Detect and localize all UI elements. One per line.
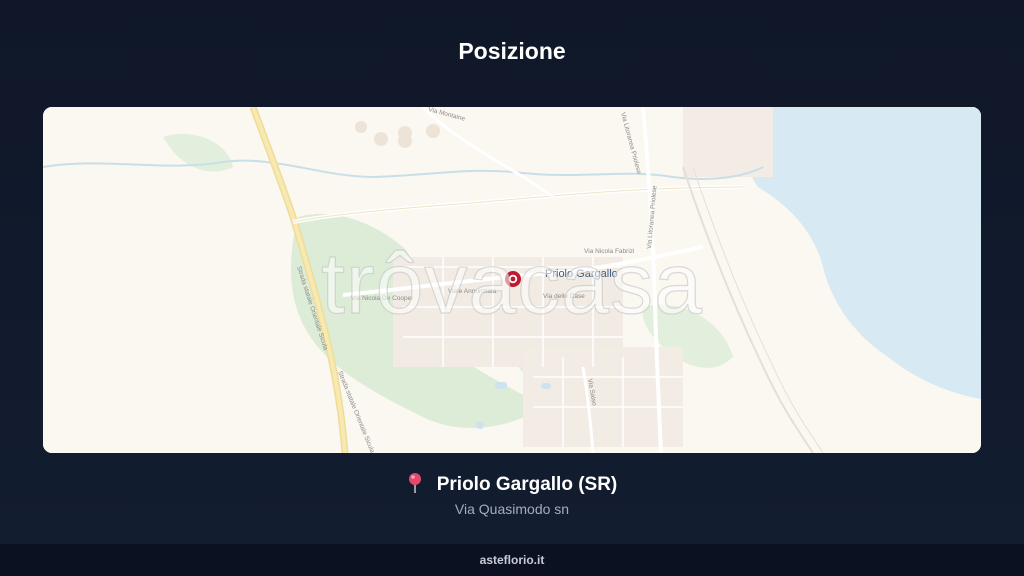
location-name: Priolo Gargallo (SR): [436, 474, 618, 495]
footer: asteflorio.it: [0, 544, 1024, 576]
watermark-logo: trôvacasa: [320, 235, 703, 332]
industrial-area: [683, 107, 773, 177]
page-title: Posizione: [458, 38, 566, 64]
location-address: Via Quasimodo sn: [454, 501, 570, 517]
location-map[interactable]: Via Nicola Fabrizi Viale Annunziata Via …: [43, 107, 981, 453]
footer-site[interactable]: asteflorio.it: [0, 553, 1024, 567]
location-heading: Priolo Gargallo (SR): [0, 472, 1024, 496]
pin-icon: [407, 472, 423, 494]
